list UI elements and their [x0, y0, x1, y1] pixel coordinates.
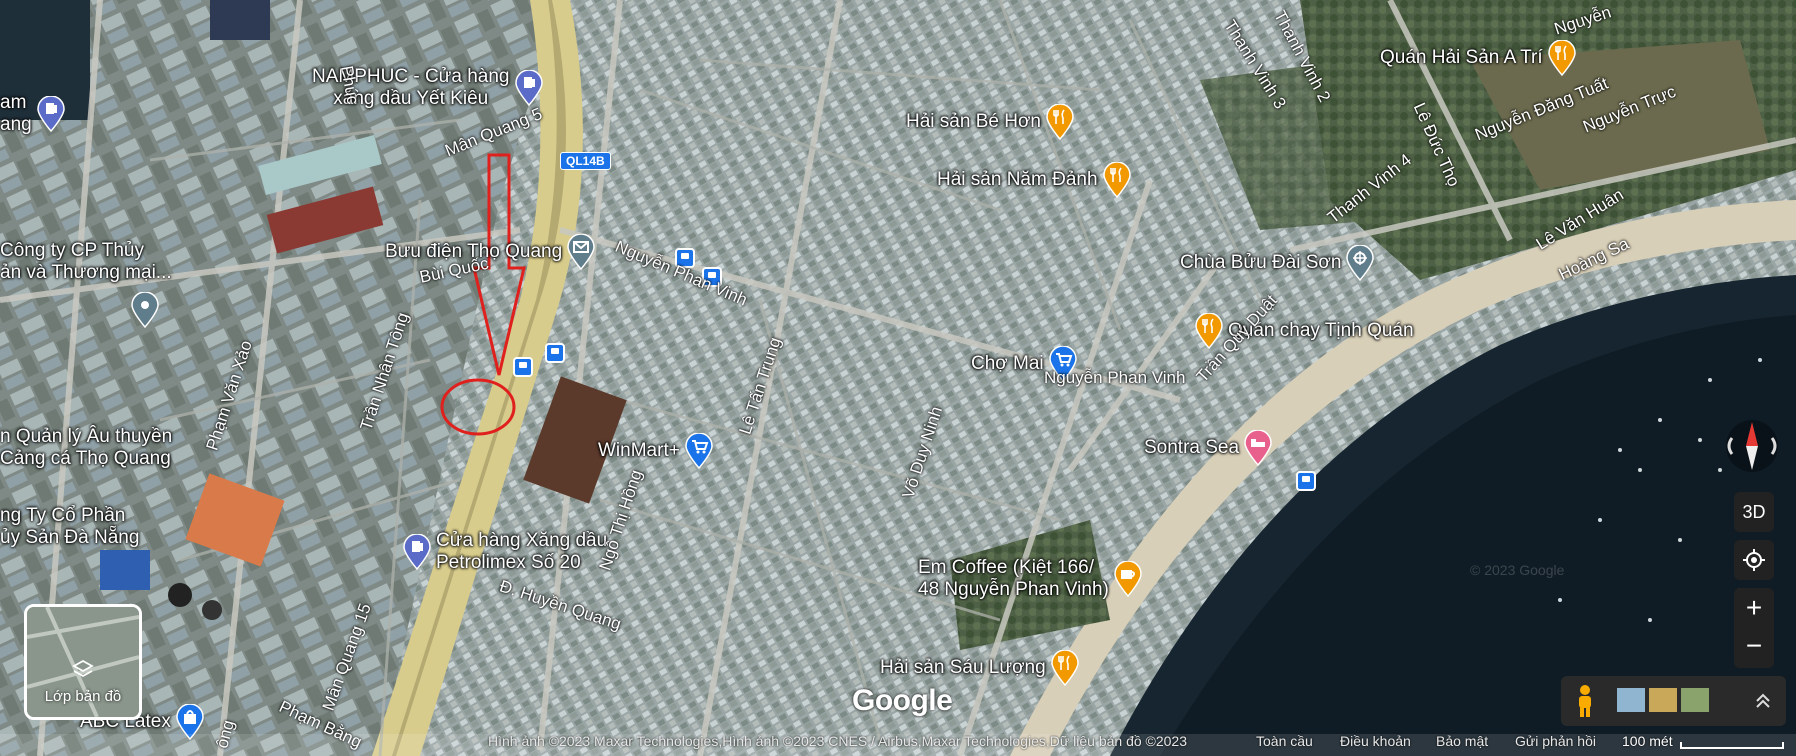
poi-cong-ty-co-phan[interactable]: ng Ty Cổ Phần ủy Sản Đà Nẵng [0, 505, 139, 549]
bus-stop-icon[interactable] [513, 357, 533, 377]
poi-label: Hải sản Bé Hơn [906, 111, 1041, 132]
poi-label: WinMart+ [598, 440, 680, 461]
poi-am[interactable]: am ang [0, 92, 66, 136]
my-location-button[interactable] [1734, 540, 1774, 580]
poi-label: Hải sản Sáu Lượng [880, 657, 1046, 678]
road-label: Nguyễn Phan Vinh [1044, 368, 1186, 387]
scale-bar [1680, 742, 1784, 749]
pegman-icon[interactable] [1573, 684, 1597, 718]
poi-hai-san-be-hon[interactable]: Hải sản Bé Hơn [906, 104, 1075, 140]
poi-quan-ly[interactable]: n Quản lý Âu thuyền Cảng cá Thọ Quang [0, 426, 172, 470]
expand-up-icon[interactable] [1753, 691, 1773, 711]
poi-hai-san-sau-luong[interactable]: Hải sản Sáu Lượng [880, 650, 1080, 686]
3d-toggle-button[interactable]: 3D [1734, 492, 1774, 532]
poi-label: Quán Hải Sản A Trí [1380, 47, 1543, 68]
restaurant-icon [1102, 162, 1131, 198]
poi-label: Sontra Sea [1144, 437, 1240, 458]
business-icon[interactable] [130, 292, 160, 328]
imagery-strip [1561, 676, 1786, 726]
poi-label: Công ty CP Thủy ản và Thương mại... [0, 240, 172, 283]
restaurant-icon [1050, 650, 1079, 686]
cafe-icon [1114, 561, 1142, 597]
poi-label: am ang [0, 92, 32, 135]
poi-label: ng Ty Cổ Phần ủy Sản Đà Nẵng [0, 505, 140, 548]
poi-cong-ty-thuy[interactable]: Công ty CP Thủy ản và Thương mại... [0, 240, 172, 284]
footer-link-privacy[interactable]: Bảo mật [1436, 733, 1488, 749]
shopping-cart-icon [685, 433, 713, 469]
3d-label: 3D [1742, 501, 1766, 522]
poi-buu-dien[interactable]: Bưu điện Thọ Quang [385, 234, 596, 270]
poi-label: Chùa Bửu Đài Sơn [1180, 252, 1342, 273]
bus-stop-icon[interactable] [1296, 471, 1316, 491]
poi-label: Chợ Mai [971, 353, 1044, 374]
poi-label: Em Coffee (Kiệt 166/ 48 Nguyễn Phan Vinh… [918, 557, 1109, 600]
layers-icon [72, 659, 94, 678]
restaurant-icon [1046, 104, 1074, 140]
poi-quan-hai-san-a-tri[interactable]: Quán Hải Sản A Trí [1380, 40, 1577, 76]
my-location-icon [1743, 549, 1765, 571]
attribution-text: Hình ảnh ©2023 Maxar Technologies,Hình ả… [488, 733, 1188, 749]
poi-winmart[interactable]: WinMart+ [598, 433, 714, 469]
compass-icon [1726, 420, 1778, 472]
zoom-in-button[interactable]: + [1746, 588, 1762, 628]
poi-petrolimex[interactable]: Cửa hàng Xăng dầu Petrolimex Số 20 [402, 530, 607, 574]
footer-link-global[interactable]: Toàn cầu [1256, 733, 1313, 749]
imagery-thumbnail[interactable] [1681, 688, 1709, 712]
poi-sontra-sea[interactable]: Sontra Sea [1144, 430, 1273, 466]
satellite-map[interactable]: QL14B NAMPHUC - Cửa hàng xăng dầu Yết Ki… [0, 0, 1796, 756]
temple-icon [1346, 245, 1375, 281]
map-layers-button[interactable]: Lớp bản đồ [24, 604, 142, 720]
zoom-out-button[interactable]: − [1746, 628, 1762, 668]
bus-stop-icon[interactable] [545, 343, 565, 363]
gas-station-icon [403, 534, 431, 570]
map-layers-label: Lớp bản đồ [44, 688, 122, 705]
poi-label: n Quản lý Âu thuyền Cảng cá Thọ Quang [0, 426, 173, 469]
hotel-icon [1244, 430, 1272, 466]
zoom-control: + − [1734, 588, 1774, 668]
imagery-thumbnail[interactable] [1617, 688, 1645, 712]
footer-link-feedback[interactable]: Gửi phản hồi [1515, 733, 1596, 749]
poi-label: Cửa hàng Xăng dầu Petrolimex Số 20 [436, 530, 608, 573]
poi-chua-buu-dai-son[interactable]: Chùa Bửu Đài Sơn [1180, 245, 1375, 281]
imagery-thumbnail[interactable] [1649, 688, 1677, 712]
gas-station-icon [514, 70, 543, 106]
restaurant-icon [1547, 40, 1576, 76]
highway-shield: QL14B [560, 152, 611, 170]
poi-hai-san-nam-danh[interactable]: Hải sản Năm Đảnh [937, 162, 1132, 198]
footer-link-terms[interactable]: Điều khoản [1340, 733, 1411, 749]
post-office-icon [567, 234, 595, 270]
google-logo: Google [852, 684, 953, 717]
map-watermark: © 2023 Google [1470, 562, 1565, 578]
gas-station-icon [36, 96, 65, 132]
poi-em-coffee[interactable]: Em Coffee (Kiệt 166/ 48 Nguyễn Phan Vinh… [918, 557, 1143, 601]
poi-label: Hải sản Năm Đảnh [937, 169, 1098, 190]
scale-label[interactable]: 100 mét [1622, 733, 1673, 749]
compass-button[interactable] [1722, 416, 1782, 476]
